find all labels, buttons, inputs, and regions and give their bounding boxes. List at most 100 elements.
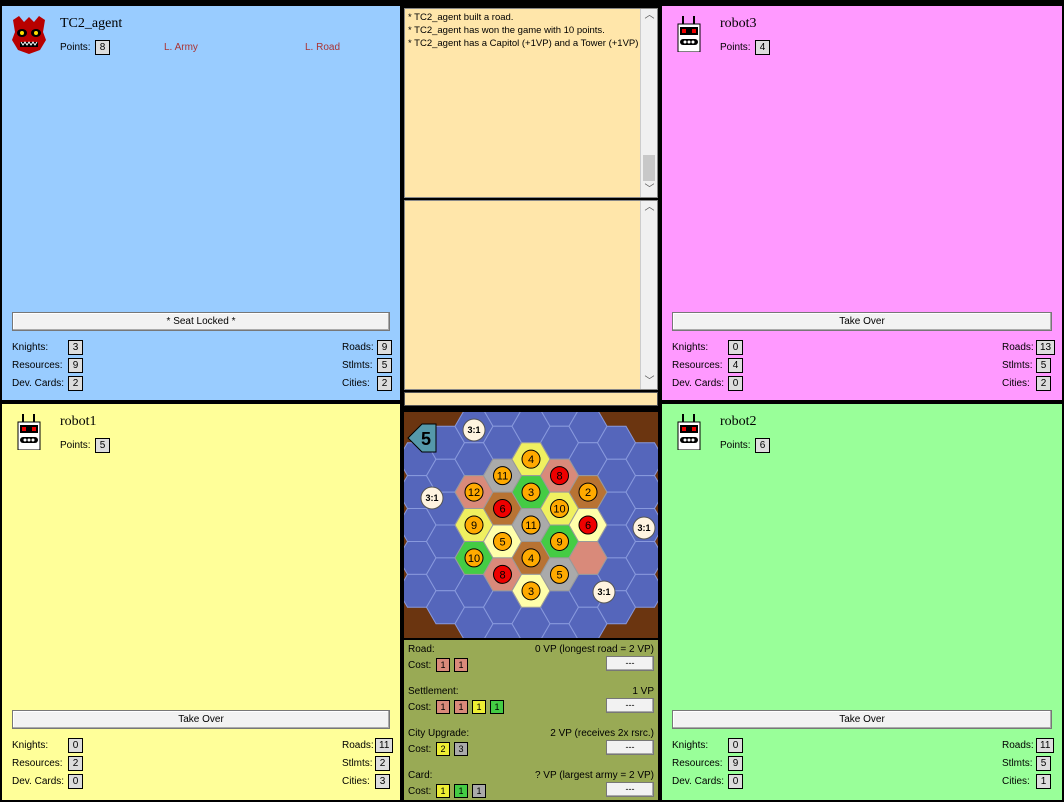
- cost-wood: 1: [454, 658, 468, 672]
- number-token-label: 12: [468, 487, 480, 499]
- points-label: Points:: [60, 440, 91, 451]
- settlements-label: Stlmts:: [1002, 360, 1033, 371]
- cost-wheat: 1: [472, 700, 486, 714]
- knights-label: Knights:: [12, 740, 49, 751]
- number-token-label: 5: [556, 569, 562, 581]
- road-label: Road:: [408, 644, 435, 655]
- devcards-value: 0: [728, 376, 743, 391]
- points-label: Points:: [720, 42, 751, 53]
- chat-log-scrollbar[interactable]: ︿ ﹀: [640, 9, 657, 197]
- points-label: Points:: [720, 440, 751, 451]
- resources-label: Resources:: [672, 360, 723, 371]
- robot-icon: [676, 414, 702, 451]
- devcards-label: Dev. Cards:: [12, 378, 65, 389]
- knights-label: Knights:: [12, 342, 49, 353]
- points-value: 6: [755, 438, 770, 453]
- roads-value: 11: [375, 738, 394, 753]
- take-over-button[interactable]: Take Over: [672, 710, 1052, 729]
- scrollbar-thumb[interactable]: [643, 155, 655, 181]
- cost-wheat: 1: [436, 784, 450, 798]
- dice-result: 5: [421, 429, 431, 449]
- roads-label: Roads:: [1002, 342, 1034, 353]
- settlements-value: 5: [377, 358, 392, 373]
- roads-value: 9: [377, 340, 392, 355]
- devcards-value: 2: [68, 376, 83, 391]
- knights-value: 3: [68, 340, 83, 355]
- take-over-button[interactable]: Take Over: [672, 312, 1052, 331]
- buy-card-button[interactable]: ---: [606, 782, 654, 797]
- port-label: 3:1: [467, 425, 480, 435]
- cost-wood: 1: [454, 700, 468, 714]
- build-road-button[interactable]: ---: [606, 656, 654, 671]
- seat-locked-button[interactable]: * Seat Locked *: [12, 312, 390, 331]
- roads-label: Roads:: [1002, 740, 1034, 751]
- cities-label: Cities:: [342, 378, 370, 389]
- resources-label: Resources:: [12, 758, 63, 769]
- cities-value: 2: [377, 376, 392, 391]
- number-token-label: 5: [499, 536, 505, 548]
- chevron-up-icon[interactable]: ︿: [641, 201, 658, 215]
- cost-wheat: 2: [436, 742, 450, 756]
- number-token-label: 4: [528, 553, 534, 565]
- resources-label: Resources:: [12, 360, 63, 371]
- city-upgrade-label: City Upgrade:: [408, 728, 470, 739]
- chat-input[interactable]: [404, 392, 658, 406]
- number-token-label: 10: [468, 553, 480, 565]
- settlement-cost-label: Cost:: [408, 702, 432, 713]
- hex-board[interactable]: 12 9 10 11 6 5 8 4 3 11 4 3 8 10 9 5 2 6 3:1 3:1 3:1 3:1 5: [404, 412, 658, 638]
- number-token-label: 9: [556, 536, 562, 548]
- number-token-label: 8: [556, 471, 562, 483]
- build-settlement-button[interactable]: ---: [606, 698, 654, 713]
- points-value: 5: [95, 438, 110, 453]
- player-name: robot3: [720, 16, 757, 31]
- game-board[interactable]: 12 9 10 11 6 5 8 4 3 11 4 3 8 10 9 5 2 6 3:1 3:1 3:1 3:1 5: [404, 412, 658, 638]
- resources-label: Resources:: [672, 758, 723, 769]
- resources-value: 9: [68, 358, 83, 373]
- build-city-button[interactable]: ---: [606, 740, 654, 755]
- cost-ore: 1: [472, 784, 486, 798]
- chat-line: * TC2_agent built a road.: [408, 12, 514, 23]
- road-cost-label: Cost:: [408, 660, 432, 671]
- take-over-button[interactable]: Take Over: [12, 710, 390, 729]
- knights-label: Knights:: [672, 342, 709, 353]
- settlement-label: Settlement:: [408, 686, 459, 697]
- city-cost-label: Cost:: [408, 744, 432, 755]
- chat-log[interactable]: * TC2_agent built a road. * TC2_agent ha…: [404, 8, 658, 198]
- settlements-value: 2: [375, 756, 390, 771]
- devcards-value: 0: [68, 774, 83, 789]
- chevron-up-icon[interactable]: ︿: [641, 9, 658, 23]
- resources-value: 9: [728, 756, 743, 771]
- number-token-label: 3: [528, 487, 534, 499]
- settlements-value: 5: [1036, 756, 1051, 771]
- number-token-label: 6: [499, 504, 505, 516]
- chevron-down-icon[interactable]: ﹀: [641, 183, 658, 197]
- devcards-label: Dev. Cards:: [672, 378, 725, 389]
- points-label: Points:: [60, 42, 91, 53]
- port-label: 3:1: [597, 587, 610, 597]
- card-vp: ? VP (largest army = 2 VP): [534, 770, 654, 781]
- chat-history[interactable]: ︿ ﹀: [404, 200, 658, 390]
- settlements-label: Stlmts:: [1002, 758, 1033, 769]
- chat-history-scrollbar[interactable]: ︿ ﹀: [640, 201, 657, 389]
- devcards-label: Dev. Cards:: [12, 776, 65, 787]
- cost-ore: 3: [454, 742, 468, 756]
- knights-label: Knights:: [672, 740, 709, 751]
- build-panel: Road: 0 VP (longest road = 2 VP) Cost: 1…: [404, 640, 658, 800]
- settlements-label: Stlmts:: [342, 758, 373, 769]
- roads-label: Roads:: [342, 740, 374, 751]
- cities-label: Cities:: [1002, 378, 1030, 389]
- number-token-label: 2: [585, 487, 591, 499]
- roads-value: 11: [1036, 738, 1055, 753]
- demon-face-icon: [10, 14, 48, 54]
- player-panel-robot3: robot3 Points: 4 Take Over Knights: 0 Re…: [662, 6, 1062, 400]
- points-value: 8: [95, 40, 110, 55]
- chevron-down-icon[interactable]: ﹀: [641, 375, 658, 389]
- card-cost-label: Cost:: [408, 786, 432, 797]
- number-token-label: 10: [553, 504, 565, 516]
- card-label: Card:: [408, 770, 433, 781]
- chat-line: * TC2_agent has a Capitol (+1VP) and a T…: [408, 38, 639, 49]
- city-upgrade-vp: 2 VP (receives 2x rsrc.): [550, 728, 654, 739]
- cost-clay: 1: [436, 700, 450, 714]
- number-token-label: 11: [497, 471, 508, 483]
- knights-value: 0: [728, 340, 743, 355]
